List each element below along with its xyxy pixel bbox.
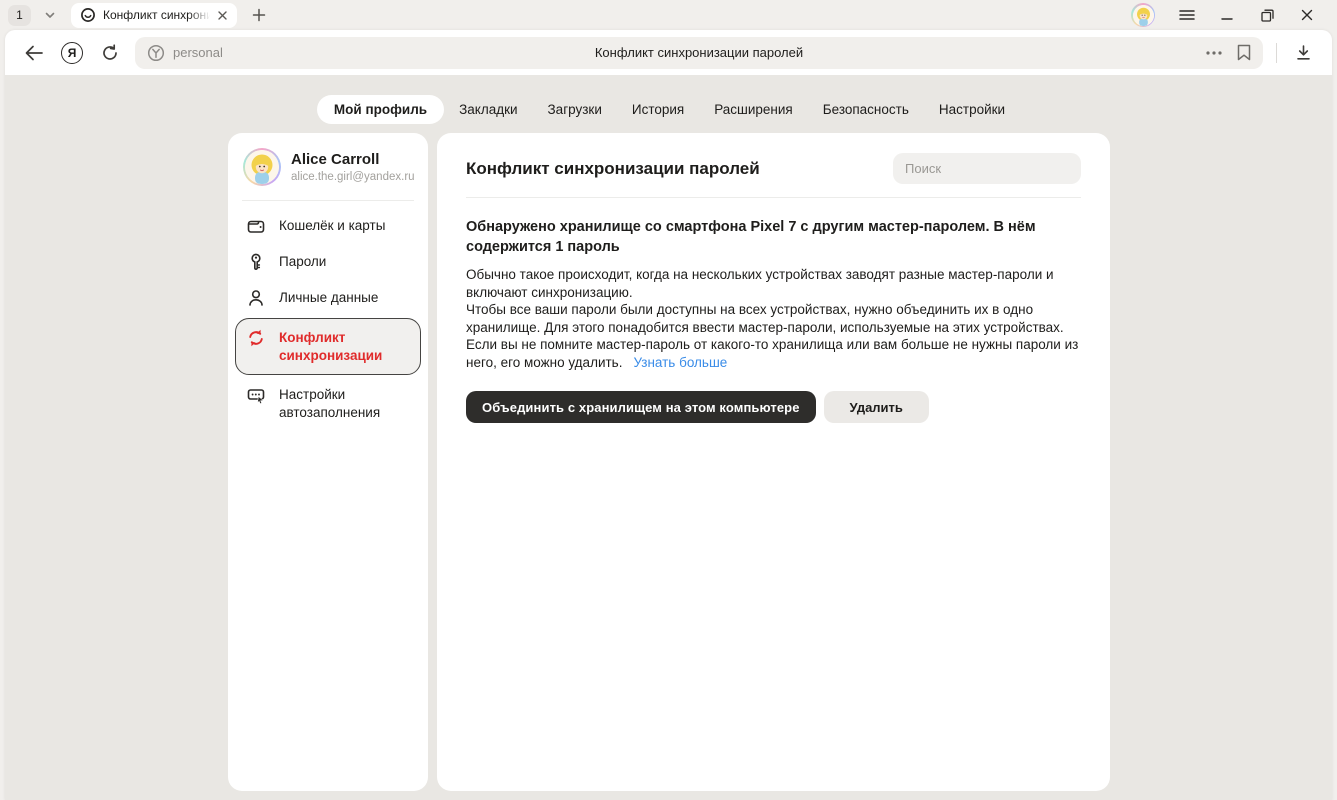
sidebar-menu: Кошелёк и карты Пароли — [228, 208, 428, 429]
yandex-home-button[interactable]: Я — [57, 38, 87, 68]
delete-storage-button[interactable]: Удалить — [824, 391, 929, 423]
merge-storage-button[interactable]: Объединить с хранилищем на этом компьюте… — [466, 391, 816, 423]
nav-tab-security[interactable]: Безопасность — [808, 95, 924, 124]
nav-tab-my-profile[interactable]: Мой профиль — [317, 95, 444, 124]
wallet-icon — [246, 216, 266, 236]
address-bar-title: Конфликт синхронизации паролей — [135, 45, 1263, 60]
sidebar-item-label: Кошелёк и карты — [279, 216, 410, 235]
minimize-icon — [1220, 8, 1234, 22]
tab-close-icon[interactable] — [217, 10, 228, 21]
profile-avatar — [243, 148, 281, 186]
conflict-description: Обычно такое происходит, когда на нескол… — [466, 266, 1081, 371]
settings-nav: Мой профиль Закладки Загрузки История Ра… — [5, 75, 1332, 124]
description-paragraph-2: Чтобы все ваши пароли были доступны на в… — [466, 301, 1081, 336]
yandex-id-icon — [147, 44, 165, 62]
nav-tab-downloads[interactable]: Загрузки — [533, 95, 617, 124]
sidebar-item-autofill[interactable]: Настройки автозаполнения — [235, 377, 421, 429]
download-icon — [1295, 44, 1312, 61]
sidebar-item-label: Личные данные — [279, 288, 410, 307]
tab-counter-badge[interactable]: 1 — [8, 5, 31, 26]
address-bar-profile[interactable]: personal — [147, 44, 223, 62]
tab-bar: 1 Конфликт синхрониза — [0, 0, 1337, 30]
window-controls — [1167, 1, 1327, 29]
nav-tab-extensions[interactable]: Расширения — [699, 95, 808, 124]
profile-identity: Alice Carroll alice.the.girl@yandex.ru — [291, 151, 415, 183]
plus-icon — [252, 8, 266, 22]
profile-sidebar: Alice Carroll alice.the.girl@yandex.ru К… — [228, 133, 428, 791]
sidebar-divider — [242, 200, 414, 201]
chevron-down-icon — [44, 9, 56, 21]
settings-page: Мой профиль Закладки Загрузки История Ра… — [5, 75, 1332, 800]
hamburger-menu-icon — [1179, 9, 1195, 21]
description-text: Если вы не помните мастер-пароль от како… — [466, 337, 1078, 370]
avatar — [1133, 5, 1154, 26]
settings-favicon-icon — [80, 7, 96, 23]
nav-tab-bookmarks[interactable]: Закладки — [444, 95, 532, 124]
browser-tab[interactable]: Конфликт синхрониза — [71, 3, 237, 28]
more-options-icon[interactable] — [1205, 50, 1223, 56]
conflict-heading: Обнаружено хранилище со смартфона Pixel … — [466, 217, 1081, 257]
refresh-button[interactable] — [95, 38, 125, 68]
restore-window-button[interactable] — [1247, 1, 1287, 29]
sidebar-item-label: Пароли — [279, 252, 410, 271]
sidebar-item-passwords[interactable]: Пароли — [235, 244, 421, 280]
avatar-girl-icon — [245, 150, 279, 184]
close-icon — [1300, 8, 1314, 22]
tab-title: Конфликт синхрониза — [103, 8, 210, 22]
new-tab-button[interactable] — [252, 8, 266, 22]
refresh-icon — [101, 44, 119, 62]
minimize-button[interactable] — [1207, 1, 1247, 29]
browser-menu-button[interactable] — [1167, 1, 1207, 29]
user-profile[interactable]: Alice Carroll alice.the.girl@yandex.ru — [228, 133, 428, 199]
learn-more-link[interactable]: Узнать больше — [633, 355, 727, 370]
back-arrow-icon — [24, 45, 44, 61]
downloads-button[interactable] — [1288, 38, 1318, 68]
restore-window-icon — [1260, 8, 1275, 23]
browser-surface: Я personal Конфликт синхронизации пароле… — [5, 30, 1332, 800]
description-paragraph-1: Обычно такое происходит, когда на нескол… — [466, 266, 1081, 301]
avatar-girl-icon — [1133, 5, 1154, 26]
tab-list-dropdown[interactable] — [44, 9, 56, 21]
profile-email: alice.the.girl@yandex.ru — [291, 171, 415, 183]
sidebar-item-sync-conflict[interactable]: Конфликт синхронизации — [235, 318, 421, 375]
yandex-logo-icon: Я — [61, 42, 83, 64]
profile-avatar-toolbar[interactable] — [1131, 3, 1155, 27]
sidebar-item-wallet[interactable]: Кошелёк и карты — [235, 208, 421, 244]
bookmark-icon[interactable] — [1237, 44, 1251, 61]
sidebar-item-label: Настройки автозаполнения — [279, 385, 410, 421]
nav-tab-settings[interactable]: Настройки — [924, 95, 1020, 124]
description-paragraph-3: Если вы не помните мастер-пароль от како… — [466, 336, 1081, 371]
sync-icon — [246, 328, 266, 348]
autofill-icon — [246, 385, 266, 405]
search-input[interactable] — [893, 153, 1081, 184]
key-icon — [246, 252, 266, 272]
header-divider — [466, 197, 1081, 198]
person-icon — [246, 288, 266, 308]
page-title: Конфликт синхронизации паролей — [466, 159, 760, 179]
action-buttons: Объединить с хранилищем на этом компьюте… — [466, 391, 1081, 423]
panel-header: Конфликт синхронизации паролей — [466, 133, 1081, 184]
nav-tab-history[interactable]: История — [617, 95, 699, 124]
sync-conflict-panel: Конфликт синхронизации паролей Обнаружен… — [437, 133, 1110, 791]
sidebar-item-label: Конфликт синхронизации — [279, 328, 410, 364]
toolbar-divider — [1276, 43, 1277, 63]
sidebar-item-personal-data[interactable]: Личные данные — [235, 280, 421, 316]
profile-name-label: personal — [173, 45, 223, 60]
profile-name: Alice Carroll — [291, 151, 415, 168]
close-window-button[interactable] — [1287, 1, 1327, 29]
back-button[interactable] — [19, 38, 49, 68]
address-toolbar: Я personal Конфликт синхронизации пароле… — [5, 30, 1332, 75]
address-bar[interactable]: personal Конфликт синхронизации паролей — [135, 37, 1263, 69]
